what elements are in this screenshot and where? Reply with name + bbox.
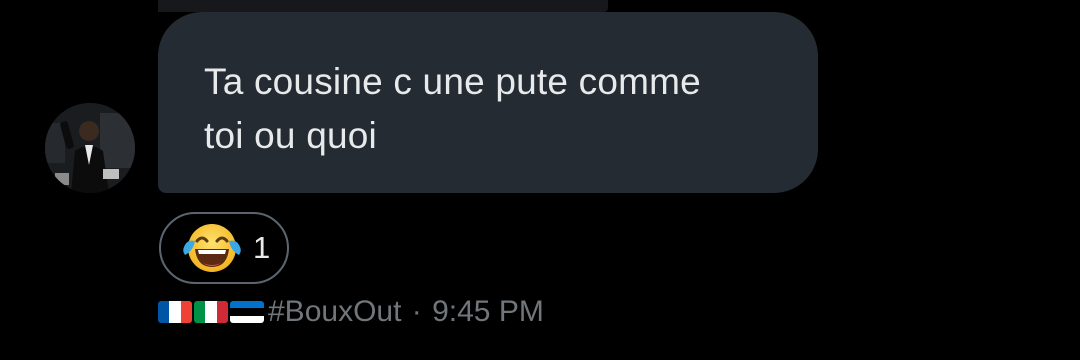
france-flag-icon (158, 301, 192, 323)
previous-message-bubble (158, 0, 608, 12)
avatar-image (45, 103, 135, 193)
message-bubble[interactable]: Ta cousine c une pute comme toi ou quoi (158, 12, 818, 193)
message-text: Ta cousine c une pute comme toi ou quoi (204, 61, 701, 156)
meta-separator: · (403, 295, 431, 328)
face-with-tears-of-joy-icon (183, 224, 241, 272)
reaction-count: 1 (253, 230, 271, 265)
avatar[interactable] (45, 103, 135, 193)
italy-flag-icon (194, 301, 228, 323)
message-timestamp: 9:45 PM (432, 295, 544, 328)
estonia-flag-icon (230, 301, 264, 323)
reaction-button[interactable]: 1 (159, 212, 289, 284)
sender-hashtag[interactable]: #BouxOut (268, 295, 401, 329)
message-meta: #BouxOut · 9:45 PM (158, 292, 544, 332)
